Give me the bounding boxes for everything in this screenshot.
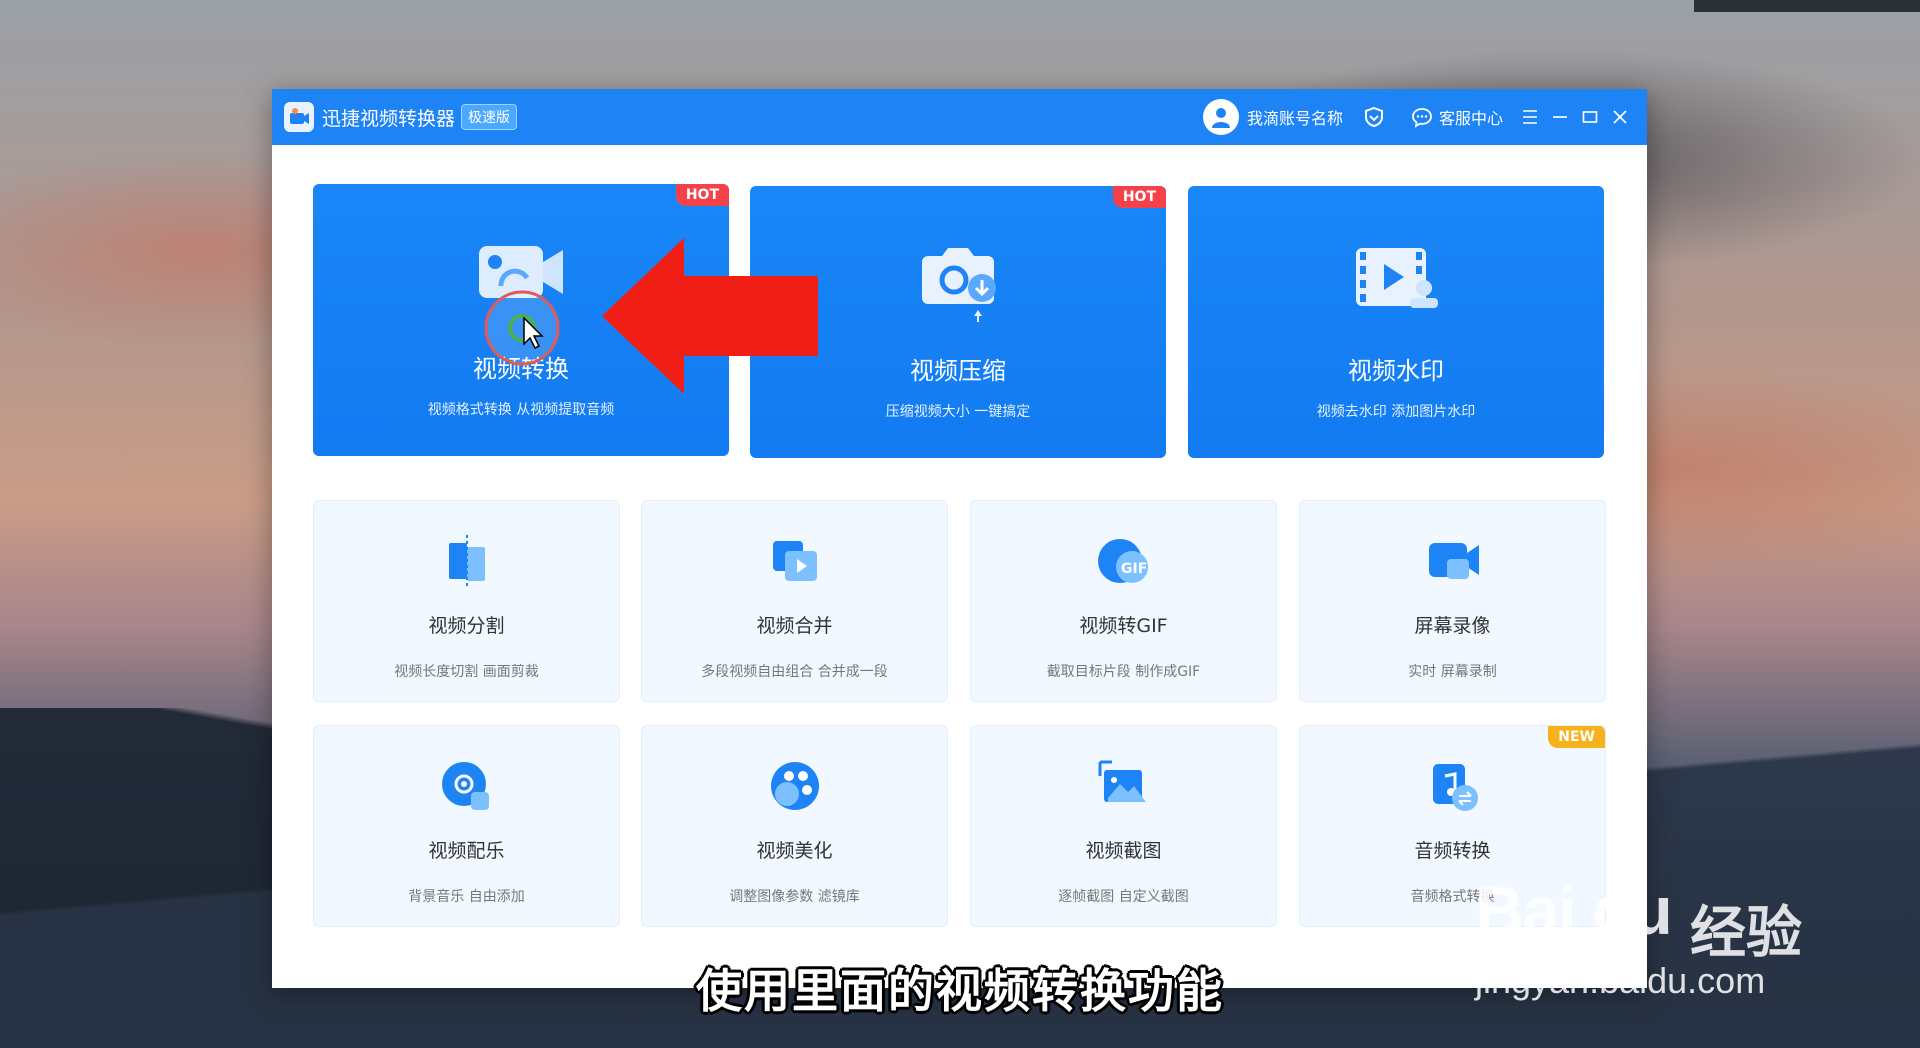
- svg-text:GIF: GIF: [1121, 561, 1147, 577]
- tool-card-video-split[interactable]: 视频分割 视频长度切割 画面剪裁: [313, 500, 620, 702]
- tool-card-title: 视频配乐: [428, 840, 505, 862]
- app-title: 迅捷视频转换器: [322, 107, 456, 130]
- video-split-icon: [437, 531, 497, 591]
- app-window: 迅捷视频转换器 极速版 我滴账号名称 客服中心 HOT 视频转换 视频格式转换 …: [272, 89, 1647, 988]
- feature-card-video-watermark[interactable]: 视频水印 视频去水印 添加图片水印: [1188, 186, 1604, 458]
- video-merge-icon: [765, 531, 825, 591]
- tool-card-video-screenshot[interactable]: 视频截图 逐帧截图 自定义截图: [970, 725, 1277, 927]
- close-icon[interactable]: [1605, 102, 1635, 132]
- feature-card-desc: 视频去水印 添加图片水印: [1316, 404, 1476, 420]
- menu-icon[interactable]: [1515, 102, 1545, 132]
- video-watermark-icon: [1346, 236, 1446, 326]
- tool-card-video-gif[interactable]: GIF 视频转GIF 截取目标片段 制作成GIF: [970, 500, 1277, 702]
- tool-card-desc: 逐帧截图 自定义截图: [1058, 889, 1189, 905]
- tool-card-video-music[interactable]: 视频配乐 背景音乐 自由添加: [313, 725, 620, 927]
- audio-convert-icon: [1423, 756, 1483, 816]
- screenshot-icon: [1094, 756, 1154, 816]
- tool-card-video-merge[interactable]: 视频合并 多段视频自由组合 合并成一段: [641, 500, 948, 702]
- music-disc-icon: [437, 756, 497, 816]
- tool-card-title: 视频截图: [1085, 840, 1162, 862]
- feature-card-desc: 压缩视频大小 一键搞定: [885, 404, 1031, 420]
- maximize-icon[interactable]: [1575, 102, 1605, 132]
- gif-icon: GIF: [1094, 531, 1154, 591]
- tool-card-video-beautify[interactable]: 视频美化 调整图像参数 滤镜库: [641, 725, 948, 927]
- camera-compress-icon: [908, 236, 1008, 326]
- hot-badge: HOT: [1112, 186, 1166, 208]
- watermark-url: jingyan.baidu.com: [1475, 960, 1766, 1001]
- watermark-cn: 经验: [1690, 901, 1802, 966]
- account-name[interactable]: 我滴账号名称: [1247, 105, 1343, 129]
- tool-card-desc: 截取目标片段 制作成GIF: [1046, 664, 1201, 680]
- app-logo-icon: [284, 102, 314, 132]
- tool-card-title: 视频合并: [756, 615, 833, 637]
- palette-icon: [765, 756, 825, 816]
- vip-shield-icon[interactable]: [1363, 106, 1385, 128]
- avatar-icon[interactable]: [1202, 99, 1239, 135]
- chat-bubble-icon: [1412, 108, 1432, 128]
- tool-card-title: 视频转GIF: [1079, 615, 1168, 637]
- minimize-icon[interactable]: [1545, 102, 1575, 132]
- customer-service-button[interactable]: 客服中心: [1411, 105, 1503, 129]
- title-bar: 迅捷视频转换器 极速版 我滴账号名称 客服中心: [272, 89, 1647, 145]
- new-badge: NEW: [1548, 726, 1605, 748]
- tool-card-desc: 多段视频自由组合 合并成一段: [701, 664, 888, 680]
- tool-card-desc: 背景音乐 自由添加: [408, 889, 525, 905]
- baidu-watermark: Bai du 经验 jingyan.baidu.com: [1475, 840, 1835, 1010]
- watermark-brand: Bai du: [1475, 873, 1673, 949]
- click-highlight-ring: [484, 290, 560, 366]
- feature-card-desc: 视频格式转换 从视频提取音频: [427, 402, 615, 418]
- tool-card-title: 屏幕录像: [1414, 615, 1491, 637]
- tool-card-desc: 实时 屏幕录制: [1408, 664, 1497, 680]
- feature-card-title: 视频水印: [1348, 357, 1444, 385]
- title-bar-actions: 我滴账号名称 客服中心: [1202, 89, 1635, 145]
- hot-badge: HOT: [675, 184, 729, 206]
- tool-card-screen-record[interactable]: 屏幕录像 实时 屏幕录制: [1299, 500, 1606, 702]
- red-arrow-pointer: [602, 238, 818, 394]
- background-strip: [1694, 0, 1920, 12]
- tool-card-desc: 视频长度切割 画面剪裁: [394, 664, 539, 680]
- tool-card-desc: 调整图像参数 滤镜库: [729, 889, 860, 905]
- edition-badge: 极速版: [461, 104, 518, 130]
- tool-card-title: 视频分割: [428, 615, 505, 637]
- screen-record-icon: [1423, 531, 1483, 591]
- customer-service-label: 客服中心: [1438, 109, 1503, 128]
- tool-card-title: 视频美化: [756, 840, 833, 862]
